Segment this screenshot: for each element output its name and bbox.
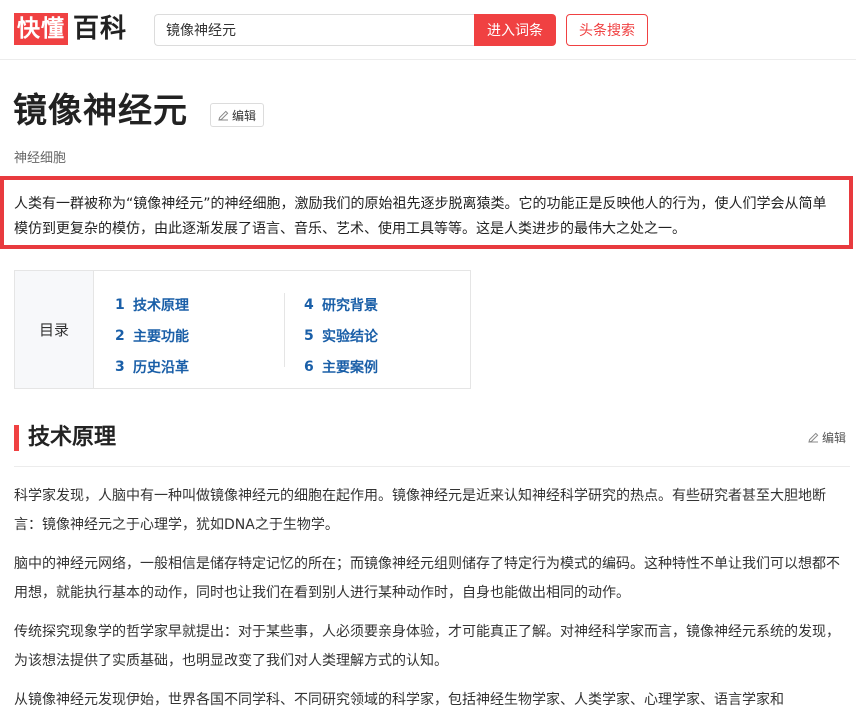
edit-button[interactable]: 编辑 — [210, 103, 265, 127]
toc-label: 目录 — [15, 271, 94, 388]
paragraph: 从镜像神经元发现伊始，世界各国不同学科、不同研究领域的科学家，包括神经生物学家、… — [14, 692, 784, 708]
logo-black-part: 百科 — [73, 14, 128, 44]
toc-item-number: 4 — [304, 296, 314, 313]
paragraph: 传统探究现象学的哲学家早就提出：对于某些事，人必须要亲身体验，才可能真正了解。对… — [14, 624, 840, 669]
toc-item-technical-principle[interactable]: 1 技术原理 — [115, 289, 189, 320]
toc-item-label: 实验结论 — [322, 328, 378, 345]
toc-item-number: 5 — [304, 327, 314, 344]
section-divider — [14, 466, 850, 467]
toc-item-number: 1 — [115, 296, 125, 313]
toc-item-history[interactable]: 3 历史沿革 — [115, 351, 189, 382]
toc-item-number: 3 — [115, 358, 125, 375]
summary-text: 人类有一群被称为“镜像神经元”的神经细胞，激励我们的原始祖先逐步脱离猿类。它的功… — [14, 196, 827, 237]
toc-item-main-functions[interactable]: 2 主要功能 — [115, 320, 189, 351]
logo-red-part: 快懂 — [14, 13, 68, 45]
toc-item-label: 研究背景 — [322, 297, 378, 314]
toc-item-label: 历史沿革 — [133, 359, 189, 376]
toc-item-research-background[interactable]: 4 研究背景 — [304, 289, 378, 320]
toc-item-label: 主要案例 — [322, 359, 378, 376]
site-logo[interactable]: 快懂 百科 — [14, 13, 127, 45]
toc-item-experiment-conclusion[interactable]: 5 实验结论 — [304, 320, 378, 351]
table-of-contents: 目录 1 技术原理 2 主要功能 3 历史沿革 4 研究背景 5 实验结论 6 … — [14, 270, 471, 389]
section-title: 技术原理 — [28, 425, 117, 450]
toc-item-label: 技术原理 — [133, 297, 189, 314]
toc-item-number: 2 — [115, 327, 125, 344]
toc-item-label: 主要功能 — [133, 328, 189, 345]
paragraph: 脑中的神经元网络，一般相信是储存特定记忆的所在；而镜像神经元组则储存了特定行为模… — [14, 556, 840, 601]
pencil-icon — [218, 110, 229, 121]
toc-item-number: 6 — [304, 358, 314, 375]
toc-divider — [284, 293, 285, 367]
section-edit-button[interactable]: 编辑 — [808, 429, 846, 446]
toc-column-2: 4 研究背景 5 实验结论 6 主要案例 — [304, 289, 378, 382]
section-edit-label: 编辑 — [822, 431, 847, 445]
page-title: 镜像神经元 — [13, 91, 188, 131]
toc-column-1: 1 技术原理 2 主要功能 3 历史沿革 — [115, 289, 189, 382]
entry-subtitle: 神经细胞 — [14, 151, 67, 166]
top-header: 快懂 百科 进入词条 头条搜索 — [0, 0, 856, 60]
enter-entry-button[interactable]: 进入词条 — [474, 14, 556, 46]
search-input[interactable] — [154, 14, 476, 46]
toutiao-search-button[interactable]: 头条搜索 — [566, 14, 648, 46]
toc-item-main-cases[interactable]: 6 主要案例 — [304, 351, 378, 382]
summary-box: 人类有一群被称为“镜像神经元”的神经细胞，激励我们的原始祖先逐步脱离猿类。它的功… — [0, 176, 853, 249]
pencil-icon — [808, 432, 819, 443]
section-accent-bar — [14, 425, 19, 451]
edit-button-label: 编辑 — [232, 108, 257, 123]
paragraph: 科学家发现，人脑中有一种叫做镜像神经元的细胞在起作用。镜像神经元是近来认知神经科… — [14, 488, 826, 533]
